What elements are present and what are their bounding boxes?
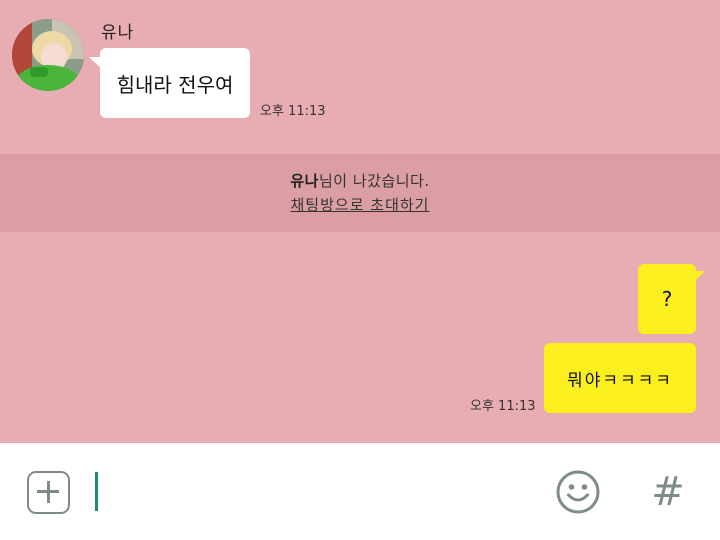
left-user-name: 유나 <box>290 172 319 190</box>
outgoing-message-text: 뭐야ㅋㅋㅋㅋ <box>567 370 673 391</box>
left-notice-text: 님이 나갔습니다. <box>318 172 430 190</box>
message-input-bar: # <box>0 443 720 540</box>
hash-button[interactable]: # <box>648 469 688 515</box>
incoming-message-bubble[interactable]: 힘내라 전우여 <box>100 48 250 118</box>
incoming-message-time: 오후 11:13 <box>260 104 326 119</box>
outgoing-message-bubble[interactable]: ? <box>638 264 696 334</box>
avatar-photo <box>12 19 84 91</box>
incoming-message-text: 힘내라 전우여 <box>116 72 234 97</box>
message-input[interactable] <box>100 467 520 515</box>
system-notice: 유나님이 나갔습니다. 채팅방으로 초대하기 <box>0 154 720 232</box>
text-cursor <box>95 472 98 511</box>
chat-area: 유나 힘내라 전우여 오후 11:13 유나님이 나갔습니다. 채팅방으로 초대… <box>0 0 720 443</box>
sender-avatar[interactable] <box>12 19 84 91</box>
smiley-icon[interactable] <box>555 469 601 515</box>
outgoing-message-text: ? <box>661 287 673 311</box>
invite-to-chat-link[interactable]: 채팅방으로 초대하기 <box>291 193 430 217</box>
outgoing-message-time: 오후 11:13 <box>470 399 536 414</box>
left-notice: 유나님이 나갔습니다. <box>290 169 429 193</box>
outgoing-message-bubble[interactable]: 뭐야ㅋㅋㅋㅋ <box>544 343 696 413</box>
plus-square-icon[interactable] <box>27 471 70 514</box>
sender-name: 유나 <box>101 23 135 43</box>
